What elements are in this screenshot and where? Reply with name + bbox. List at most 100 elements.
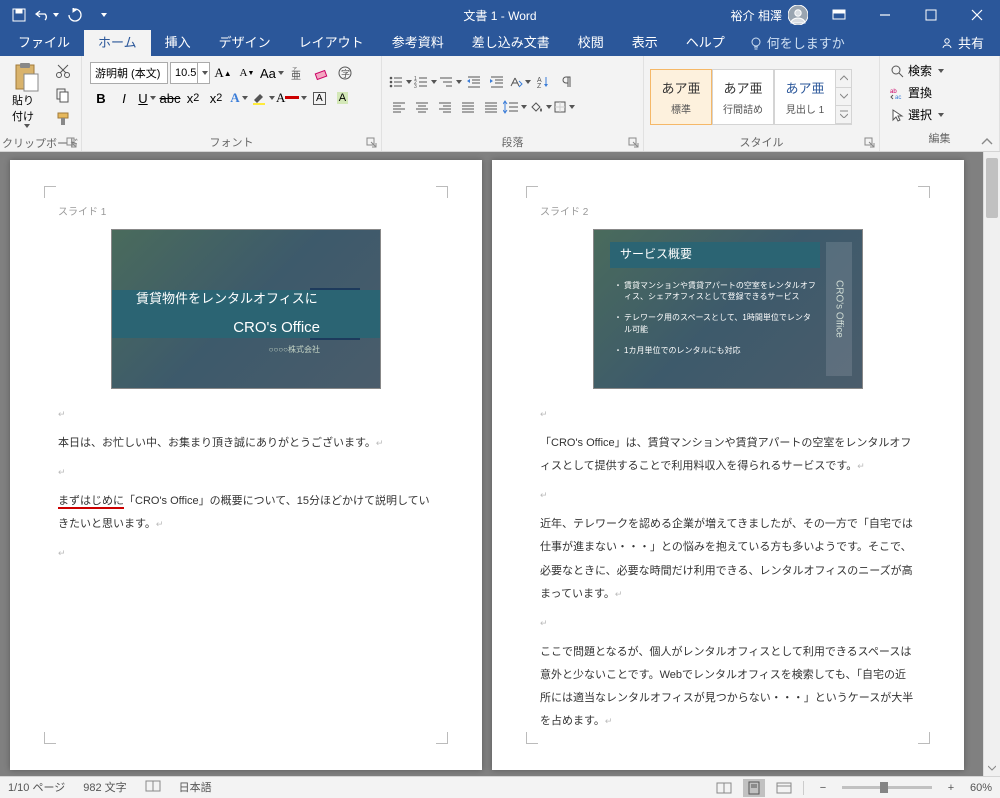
text-effects-button[interactable]: A bbox=[228, 87, 250, 109]
title-bar: 文書 1 - Word 裕介 相澤 bbox=[0, 0, 1000, 30]
document-scroll[interactable]: スライド 1 賃貸物件をレンタルオフィスにCRO's Office ○○○○株式… bbox=[0, 152, 983, 776]
share-button[interactable]: 共有 bbox=[924, 29, 1000, 56]
tab-view[interactable]: 表示 bbox=[618, 28, 672, 56]
zoom-slider[interactable] bbox=[842, 786, 932, 789]
zoom-in-button[interactable]: + bbox=[940, 779, 962, 797]
subscript-button[interactable]: x2 bbox=[182, 87, 204, 109]
user-account[interactable]: 裕介 相澤 bbox=[723, 5, 816, 25]
tab-layout[interactable]: レイアウト bbox=[285, 28, 378, 56]
page-2[interactable]: スライド 2 サービス概要 CRO's Office 賃貸マンションや賃貸アパー… bbox=[492, 160, 964, 770]
justify-button[interactable] bbox=[457, 96, 479, 118]
bullets-button[interactable] bbox=[388, 71, 412, 93]
ribbon-tabs: ファイル ホーム 挿入 デザイン レイアウト 参考資料 差し込み文書 校閲 表示… bbox=[0, 30, 1000, 56]
char-shading-button[interactable]: A bbox=[331, 87, 353, 109]
styles-gallery-scroll[interactable] bbox=[836, 69, 852, 125]
redo-button[interactable] bbox=[62, 3, 88, 27]
tab-design[interactable]: デザイン bbox=[205, 28, 285, 56]
clear-formatting-button[interactable] bbox=[310, 62, 332, 84]
enclose-icon: 字 bbox=[337, 65, 353, 81]
tab-review[interactable]: 校閲 bbox=[564, 28, 618, 56]
font-launcher[interactable] bbox=[366, 137, 378, 149]
word-count[interactable]: 982 文字 bbox=[83, 779, 126, 796]
tab-insert[interactable]: 挿入 bbox=[151, 28, 205, 56]
qat-customize[interactable] bbox=[90, 3, 116, 27]
align-right-button[interactable] bbox=[434, 96, 456, 118]
styles-more[interactable] bbox=[836, 106, 851, 124]
strikethrough-button[interactable]: abc bbox=[159, 87, 181, 109]
tab-mailings[interactable]: 差し込み文書 bbox=[458, 28, 564, 56]
close-button[interactable] bbox=[954, 0, 1000, 30]
shading-button[interactable] bbox=[528, 96, 552, 118]
scroll-down[interactable] bbox=[984, 759, 1000, 776]
maximize-button[interactable] bbox=[908, 0, 954, 30]
style-no-spacing[interactable]: あア亜行間詰め bbox=[712, 69, 774, 125]
select-button[interactable]: 選択 bbox=[886, 104, 993, 125]
cut-button[interactable] bbox=[50, 60, 76, 82]
highlight-button[interactable] bbox=[251, 87, 275, 109]
tab-file[interactable]: ファイル bbox=[4, 28, 84, 56]
change-case-button[interactable]: Aa bbox=[260, 62, 284, 84]
enclose-char-button[interactable]: 字 bbox=[334, 62, 356, 84]
align-left-button[interactable] bbox=[388, 96, 410, 118]
font-color-button[interactable]: A bbox=[276, 87, 307, 109]
collapse-ribbon-button[interactable] bbox=[978, 135, 996, 149]
font-size-combo[interactable]: 10.5 bbox=[170, 62, 210, 84]
paragraph-launcher[interactable] bbox=[628, 137, 640, 149]
format-painter-button[interactable] bbox=[50, 108, 76, 130]
asian-layout-button[interactable] bbox=[509, 71, 531, 93]
multilevel-list-button[interactable] bbox=[438, 71, 462, 93]
zoom-level[interactable]: 60% bbox=[970, 782, 992, 794]
replace-button[interactable]: abac置換 bbox=[886, 82, 993, 103]
page-1[interactable]: スライド 1 賃貸物件をレンタルオフィスにCRO's Office ○○○○株式… bbox=[10, 160, 482, 770]
undo-button[interactable] bbox=[34, 3, 60, 27]
show-marks-button[interactable] bbox=[555, 71, 577, 93]
superscript-button[interactable]: x2 bbox=[205, 87, 227, 109]
underline-button[interactable]: U bbox=[136, 87, 158, 109]
grow-font-button[interactable]: A▲ bbox=[212, 62, 234, 84]
zoom-out-button[interactable]: − bbox=[812, 779, 834, 797]
copy-button[interactable] bbox=[50, 84, 76, 106]
styles-up[interactable] bbox=[836, 70, 851, 88]
page-indicator[interactable]: 1/10 ページ bbox=[8, 779, 65, 796]
read-mode-button[interactable] bbox=[713, 779, 735, 797]
char-border-button[interactable]: A bbox=[308, 87, 330, 109]
body-text: ↵ bbox=[58, 403, 434, 426]
numbering-button[interactable]: 123 bbox=[413, 71, 437, 93]
tab-help[interactable]: ヘルプ bbox=[672, 28, 739, 56]
distribute-button[interactable] bbox=[480, 96, 502, 118]
style-heading1[interactable]: あア亜見出し 1 bbox=[774, 69, 836, 125]
tab-home[interactable]: ホーム bbox=[84, 28, 151, 56]
tab-references[interactable]: 参考資料 bbox=[378, 28, 458, 56]
sort-button[interactable]: AZ bbox=[532, 71, 554, 93]
clipboard-launcher[interactable] bbox=[66, 137, 78, 149]
align-center-button[interactable] bbox=[411, 96, 433, 118]
styles-launcher[interactable] bbox=[864, 137, 876, 149]
increase-indent-button[interactable] bbox=[486, 71, 508, 93]
body-text: 本日は、お忙しい中、お集まり頂き誠にありがとうございます。↵ bbox=[58, 432, 434, 455]
borders-button[interactable] bbox=[553, 96, 575, 118]
language-indicator[interactable]: 日本語 bbox=[179, 779, 212, 796]
vertical-scrollbar[interactable] bbox=[983, 152, 1000, 776]
scroll-thumb[interactable] bbox=[986, 158, 998, 218]
style-normal[interactable]: あア亜標準 bbox=[650, 69, 712, 125]
ruby-icon: ア亜 bbox=[289, 65, 305, 81]
shrink-font-button[interactable]: A▼ bbox=[236, 62, 258, 84]
print-layout-button[interactable] bbox=[743, 779, 765, 797]
ribbon-display-options[interactable] bbox=[816, 0, 862, 30]
italic-button[interactable]: I bbox=[113, 87, 135, 109]
bold-button[interactable]: B bbox=[90, 87, 112, 109]
replace-icon: abac bbox=[890, 86, 904, 100]
find-button[interactable]: 検索 bbox=[886, 60, 993, 81]
paste-button[interactable]: 貼り付け bbox=[6, 58, 46, 132]
phonetic-guide-button[interactable]: ア亜 bbox=[286, 62, 308, 84]
tell-me[interactable]: 何をしますか bbox=[739, 29, 855, 56]
line-spacing-button[interactable] bbox=[503, 96, 527, 118]
spellcheck-indicator[interactable] bbox=[145, 779, 161, 796]
font-name-combo[interactable]: 游明朝 (本文) bbox=[90, 62, 168, 84]
paint-bucket-icon bbox=[528, 100, 544, 114]
styles-down[interactable] bbox=[836, 88, 851, 106]
minimize-button[interactable] bbox=[862, 0, 908, 30]
save-button[interactable] bbox=[6, 3, 32, 27]
web-layout-button[interactable] bbox=[773, 779, 795, 797]
decrease-indent-button[interactable] bbox=[463, 71, 485, 93]
